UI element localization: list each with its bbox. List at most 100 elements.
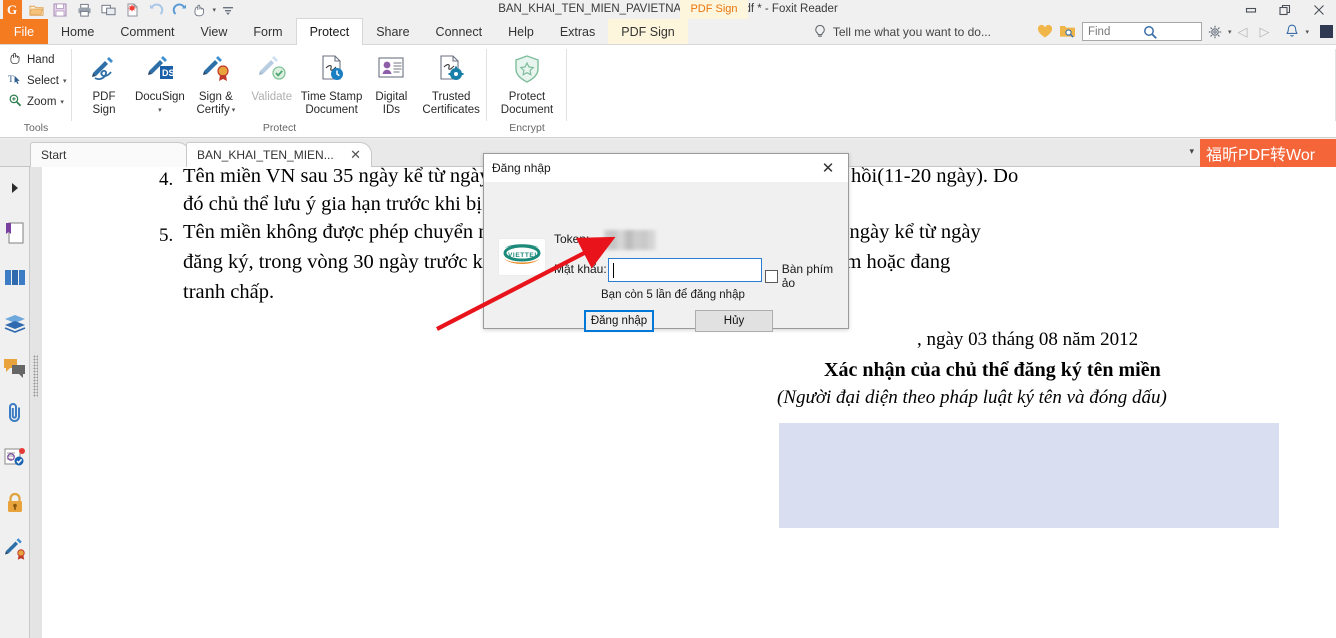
layers-icon[interactable] bbox=[2, 310, 28, 336]
chevron-down-icon[interactable]: ▾ bbox=[158, 104, 162, 117]
new-document-icon[interactable] bbox=[120, 0, 144, 19]
panel-splitter[interactable] bbox=[30, 167, 42, 638]
login-button[interactable]: Đăng nhập bbox=[584, 310, 654, 332]
ribbon-group-label-tools: Tools bbox=[23, 122, 49, 134]
splitter-grip[interactable] bbox=[33, 355, 38, 397]
sign-certify-button[interactable]: Sign & Certify ▾ bbox=[188, 49, 244, 117]
highlight-box bbox=[779, 423, 1279, 528]
forward-arrow-icon[interactable]: ▷ bbox=[1259, 24, 1269, 40]
text-caret bbox=[613, 262, 614, 278]
zoom-tool-button[interactable]: Zoom ▾ bbox=[4, 91, 68, 112]
back-arrow-icon[interactable]: ◁ bbox=[1237, 24, 1247, 40]
digital-ids-button[interactable]: Digital IDs bbox=[363, 49, 419, 117]
comments-icon[interactable] bbox=[2, 355, 28, 381]
pdf-sign-button[interactable]: PDF Sign bbox=[76, 49, 132, 117]
ribbon-filler bbox=[567, 45, 1336, 137]
bookmarks-icon[interactable] bbox=[2, 220, 28, 246]
protect-document-icon bbox=[510, 53, 544, 89]
tab-form[interactable]: Form bbox=[240, 19, 295, 44]
tab-home[interactable]: Home bbox=[48, 19, 107, 44]
print-icon[interactable] bbox=[72, 0, 96, 19]
find-input[interactable]: Find bbox=[1081, 22, 1202, 41]
doc-line-5: tranh chấp. bbox=[183, 281, 275, 303]
chevron-down-icon[interactable]: ▾ bbox=[1189, 146, 1194, 157]
tab-protect[interactable]: Protect bbox=[295, 18, 364, 45]
chevron-down-icon[interactable]: ▾ bbox=[1228, 28, 1232, 36]
chevron-down-icon[interactable]: ▾ bbox=[232, 104, 236, 117]
docusign-icon: DS bbox=[143, 53, 177, 89]
expand-panel-icon[interactable] bbox=[2, 175, 28, 201]
tab-connect[interactable]: Connect bbox=[423, 19, 496, 44]
protect-document-button[interactable]: Protect Document bbox=[494, 49, 560, 117]
tab-file[interactable]: File bbox=[0, 19, 48, 44]
login-dialog[interactable]: Đăng nhập ✕ VIETTEL Token: Mật khẩu: Bàn… bbox=[483, 153, 849, 332]
svg-text:VIETTEL: VIETTEL bbox=[508, 252, 539, 259]
hand-tool-button[interactable]: Hand bbox=[4, 49, 59, 70]
undo-icon[interactable] bbox=[144, 0, 168, 19]
hand-tool-icon[interactable]: ▾ bbox=[192, 0, 216, 19]
tab-share[interactable]: Share bbox=[363, 19, 422, 44]
pdf-sign-title-badge: PDF Sign bbox=[680, 0, 748, 19]
cancel-button[interactable]: Hủy bbox=[695, 310, 773, 332]
restore-button[interactable] bbox=[1268, 0, 1302, 19]
tab-pdf-sign[interactable]: PDF Sign bbox=[608, 19, 688, 44]
close-icon[interactable]: ✕ bbox=[342, 147, 361, 163]
lightbulb-icon[interactable] bbox=[813, 24, 827, 40]
tab-comment[interactable]: Comment bbox=[107, 19, 187, 44]
minimize-button[interactable] bbox=[1234, 0, 1268, 19]
close-button[interactable] bbox=[1302, 0, 1336, 19]
gear-icon[interactable] bbox=[1208, 25, 1222, 39]
validate-icon bbox=[255, 53, 289, 89]
protect-document-label-2: Document bbox=[500, 104, 554, 116]
chevron-down-icon[interactable]: ▾ bbox=[60, 98, 64, 106]
find-placeholder: Find bbox=[1087, 25, 1111, 38]
ribbon-group-tools: Hand T Select ▾ Zoom ▾ Tools bbox=[0, 45, 72, 137]
save-icon[interactable] bbox=[48, 0, 72, 19]
sign-certify-icon bbox=[199, 53, 233, 89]
chevron-down-icon[interactable]: ▾ bbox=[1305, 28, 1309, 36]
security-lock-icon[interactable] bbox=[2, 490, 28, 516]
tab-document-label: BAN_KHAI_TEN_MIEN... bbox=[197, 148, 334, 162]
sign-icon[interactable] bbox=[2, 535, 28, 561]
open-icon[interactable] bbox=[24, 0, 48, 19]
heart-icon[interactable] bbox=[1037, 24, 1053, 39]
tab-start[interactable]: Start bbox=[30, 142, 190, 167]
tell-me-label[interactable]: Tell me what you want to do... bbox=[833, 25, 991, 39]
checkbox-box[interactable] bbox=[765, 269, 778, 283]
tab-document[interactable]: BAN_KHAI_TEN_MIEN... ✕ bbox=[186, 142, 372, 167]
tab-view[interactable]: View bbox=[188, 19, 241, 44]
digital-ids-label-2: IDs bbox=[382, 104, 400, 116]
digital-signatures-icon[interactable] bbox=[2, 445, 28, 471]
folder-search-icon[interactable] bbox=[1059, 24, 1076, 39]
password-input[interactable] bbox=[608, 258, 762, 282]
promo-banner[interactable]: 福昕PDF转Wor bbox=[1200, 139, 1336, 167]
select-tool-button[interactable]: T Select ▾ bbox=[4, 70, 70, 91]
virtual-keyboard-checkbox[interactable]: Bàn phím ảo bbox=[765, 262, 848, 290]
close-icon[interactable]: ✕ bbox=[808, 154, 848, 182]
time-stamp-document-button[interactable]: Time Stamp Document bbox=[300, 49, 364, 117]
validate-label: Validate bbox=[251, 91, 293, 103]
search-icon[interactable] bbox=[1143, 25, 1199, 39]
account-icon[interactable] bbox=[1319, 24, 1334, 39]
signature-title: Xác nhận của chủ thể đăng ký tên miền bbox=[824, 359, 1161, 381]
docusign-label: DocuSign bbox=[134, 91, 185, 103]
tab-extras[interactable]: Extras bbox=[547, 19, 608, 44]
tab-start-label: Start bbox=[41, 148, 67, 162]
trusted-certificates-button[interactable]: Trusted Certificates bbox=[419, 49, 483, 117]
ribbon-group-protect: PDF Sign DS DocuSign ▾ Sign & Certify ▾ … bbox=[72, 45, 487, 137]
bell-icon[interactable] bbox=[1285, 24, 1299, 39]
foxit-logo-icon[interactable]: G bbox=[0, 0, 24, 19]
tab-help[interactable]: Help bbox=[495, 19, 547, 44]
email-icon[interactable] bbox=[96, 0, 120, 19]
pages-icon[interactable] bbox=[2, 265, 28, 291]
signature-subtitle: (Người đại diện theo pháp luật ký tên và… bbox=[777, 387, 1167, 408]
customize-qat-icon[interactable] bbox=[216, 0, 240, 19]
quick-access-toolbar: G ▾ bbox=[0, 0, 240, 19]
navigation-rail bbox=[0, 167, 30, 638]
docusign-button[interactable]: DS DocuSign ▾ bbox=[132, 49, 188, 117]
chevron-down-icon[interactable]: ▾ bbox=[63, 77, 67, 85]
validate-button[interactable]: Validate bbox=[244, 49, 300, 104]
ribbon-right-tools: Tell me what you want to do... Find ▾ ◁ … bbox=[813, 19, 1336, 44]
attachments-icon[interactable] bbox=[2, 400, 28, 426]
redo-icon[interactable] bbox=[168, 0, 192, 19]
